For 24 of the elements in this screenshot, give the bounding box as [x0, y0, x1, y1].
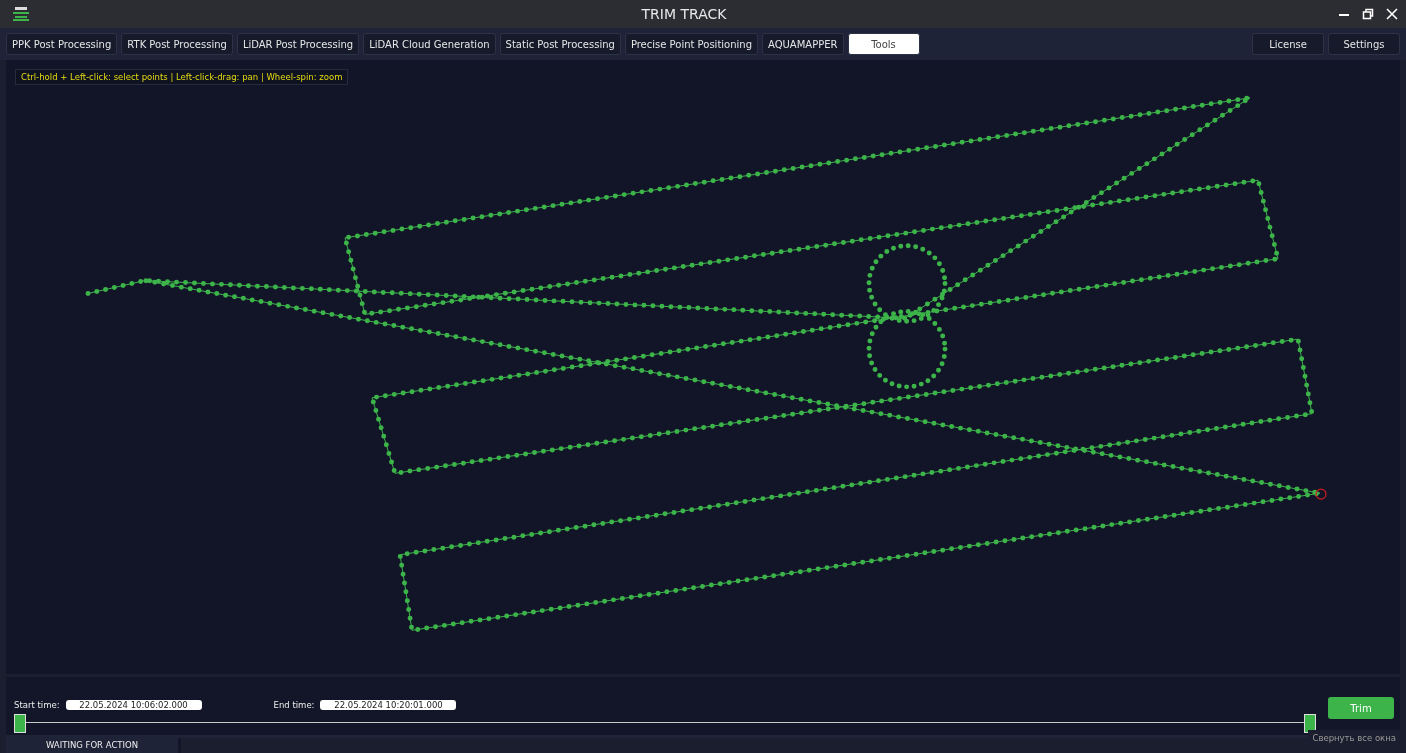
tab[interactable]: LiDAR Post Processing	[236, 33, 360, 55]
start-time-label: Start time:	[14, 700, 60, 710]
toolbar-button[interactable]: License	[1252, 33, 1324, 55]
end-point-marker	[1315, 488, 1327, 500]
track-plot-canvas[interactable]: Ctrl-hold + Left-click: select points | Left-click-drag: pan | Wheel-spin: zoom	[6, 60, 1400, 674]
tab[interactable]: AQUAMAPPER	[762, 33, 844, 55]
time-range-slider[interactable]	[14, 713, 1316, 733]
tab[interactable]: PPK Post Processing	[6, 33, 118, 55]
hint-text: Ctrl-hold + Left-click: select points | Left-click-drag: pan | Wheel-spin: zoom	[15, 69, 349, 85]
tab[interactable]: Tools	[847, 33, 920, 55]
status-text: WAITING FOR ACTION	[6, 738, 181, 753]
start-time-field[interactable]: 22.05.2024 10:06:02.000	[65, 700, 202, 710]
window-title: TRIM TRACK	[640, 6, 728, 22]
end-time-field[interactable]: 22.05.2024 10:20:01.000	[320, 700, 457, 710]
restore-icon[interactable]	[1362, 8, 1374, 20]
close-icon[interactable]	[1386, 8, 1398, 20]
tab[interactable]: RTK Post Processing	[121, 33, 233, 55]
tab[interactable]: Static Post Processing	[499, 33, 621, 55]
tab[interactable]: Precise Point Positioning	[624, 33, 758, 55]
toolbar-button[interactable]: Settings	[1328, 33, 1400, 55]
start-handle[interactable]	[14, 714, 26, 733]
end-time-label: End time:	[273, 700, 315, 710]
tooltip: Свернуть все окна	[1308, 730, 1400, 746]
tab[interactable]: LiDAR Cloud Generation	[363, 33, 496, 55]
